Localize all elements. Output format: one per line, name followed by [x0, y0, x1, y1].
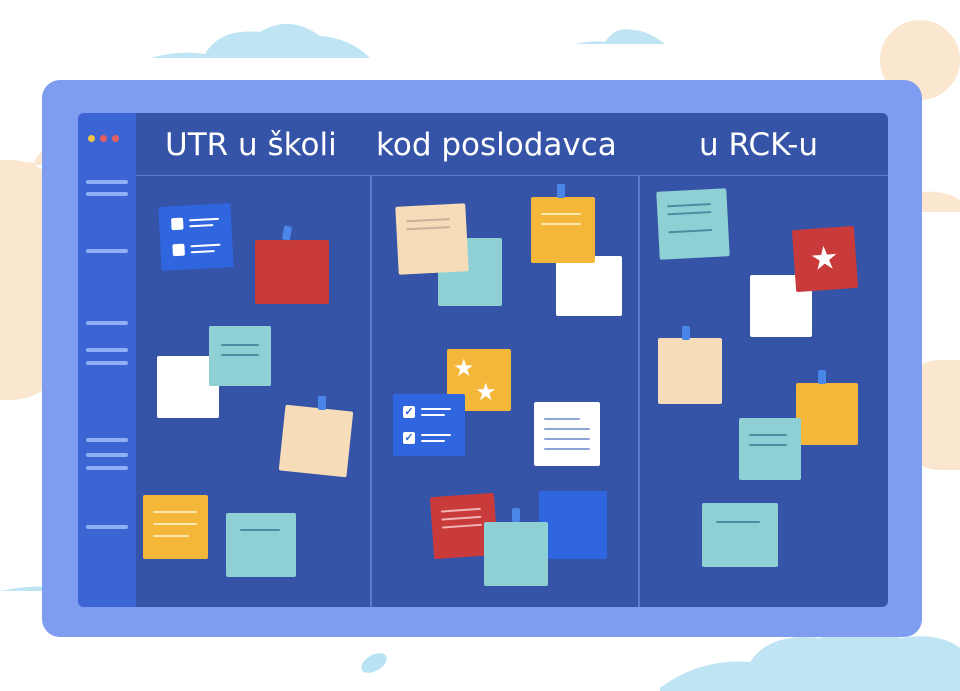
minimize-dot[interactable]	[100, 135, 107, 142]
column-divider	[638, 175, 640, 607]
cloud-decoration	[150, 23, 370, 58]
checkbox-icon	[172, 243, 185, 257]
sticky-note-orange[interactable]	[531, 197, 595, 263]
sticky-note-orange[interactable]	[143, 495, 208, 559]
sidebar-item[interactable]	[86, 453, 128, 457]
column-title-u-rck-u: u RCK-u	[699, 127, 819, 163]
sticky-note-teal[interactable]	[702, 503, 778, 567]
star-icon: ★	[475, 379, 497, 406]
sticky-note-red[interactable]	[255, 240, 329, 304]
pin-icon	[682, 326, 690, 340]
sticky-note-orange[interactable]	[796, 383, 858, 445]
sidebar-item[interactable]	[86, 438, 128, 442]
sidebar-item[interactable]	[86, 192, 128, 196]
sidebar	[78, 113, 136, 607]
checkbox-icon	[170, 217, 184, 231]
sticky-note-teal[interactable]	[484, 522, 548, 586]
sticky-note-starred-red[interactable]: ★	[791, 225, 859, 293]
checklist-note[interactable]: ✓ ✓	[393, 394, 465, 456]
pin-icon	[557, 184, 565, 198]
maximize-dot[interactable]	[112, 135, 119, 142]
close-dot[interactable]	[88, 135, 95, 142]
sticky-note-teal[interactable]	[226, 513, 296, 577]
window-controls	[88, 135, 119, 142]
sticky-note-cream[interactable]	[658, 338, 722, 404]
pin-icon	[818, 370, 826, 384]
star-icon: ★	[808, 239, 840, 278]
sticky-note-cream[interactable]	[395, 203, 469, 275]
sticky-note-teal[interactable]	[656, 188, 730, 260]
pin-icon	[318, 396, 326, 410]
sticky-note-white[interactable]	[534, 402, 600, 466]
sticky-note-cream[interactable]	[278, 404, 354, 478]
background-blob	[357, 649, 391, 677]
sidebar-item[interactable]	[86, 249, 128, 253]
sticky-note-white[interactable]	[556, 256, 622, 316]
checklist-note[interactable]	[158, 203, 234, 271]
sticky-note-teal[interactable]	[739, 418, 801, 480]
checkbox-icon: ✓	[403, 406, 415, 418]
column-title-kod-poslodavca: kod poslodavca	[376, 127, 617, 163]
sidebar-item[interactable]	[86, 361, 128, 365]
column-divider	[370, 175, 372, 607]
sidebar-item[interactable]	[86, 466, 128, 470]
sidebar-item[interactable]	[86, 321, 128, 325]
sidebar-item[interactable]	[86, 525, 128, 529]
sticky-note-blue[interactable]	[539, 491, 607, 559]
star-icon: ★	[453, 355, 475, 382]
pin-icon	[512, 508, 520, 522]
checkbox-icon: ✓	[403, 432, 415, 444]
cloud-decoration	[575, 29, 665, 44]
sticky-note-teal[interactable]	[209, 326, 271, 386]
sidebar-item[interactable]	[86, 348, 128, 352]
column-title-utr-u-skoli: UTR u školi	[165, 127, 337, 163]
sidebar-item[interactable]	[86, 180, 128, 184]
